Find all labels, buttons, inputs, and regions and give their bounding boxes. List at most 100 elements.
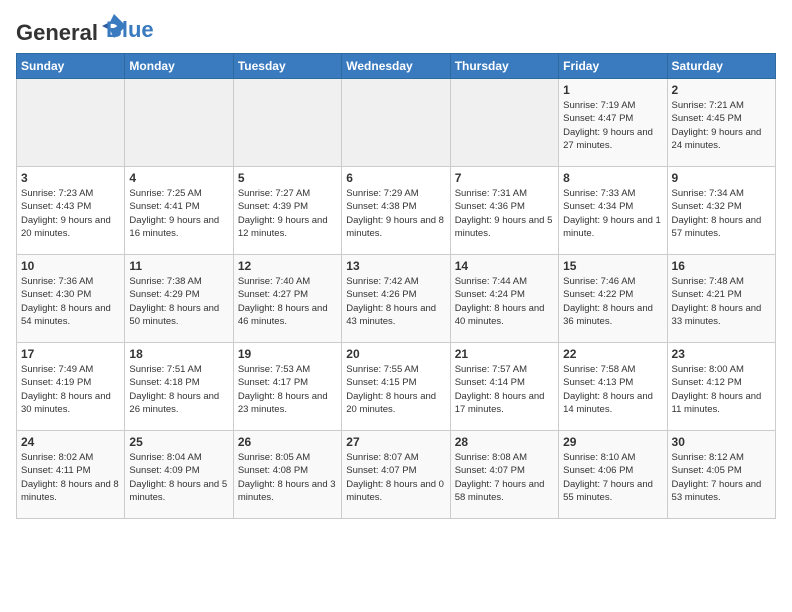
day-info: Sunrise: 7:48 AM Sunset: 4:21 PM Dayligh… <box>672 275 771 328</box>
day-info: Sunrise: 7:40 AM Sunset: 4:27 PM Dayligh… <box>238 275 337 328</box>
day-number: 2 <box>672 83 771 97</box>
day-info: Sunrise: 7:21 AM Sunset: 4:45 PM Dayligh… <box>672 99 771 152</box>
column-header-saturday: Saturday <box>667 54 775 79</box>
day-info: Sunrise: 8:07 AM Sunset: 4:07 PM Dayligh… <box>346 451 445 504</box>
calendar-week-0: 1 Sunrise: 7:19 AM Sunset: 4:47 PM Daylig… <box>17 79 776 167</box>
page-header: General Blue <box>16 16 776 45</box>
logo-blue: Blue <box>106 17 154 43</box>
calendar-cell <box>17 79 125 167</box>
day-number: 12 <box>238 259 337 273</box>
day-number: 1 <box>563 83 662 97</box>
day-number: 24 <box>21 435 120 449</box>
day-info: Sunrise: 8:10 AM Sunset: 4:06 PM Dayligh… <box>563 451 662 504</box>
day-number: 26 <box>238 435 337 449</box>
calendar-cell: 22 Sunrise: 7:58 AM Sunset: 4:13 PM Dayli… <box>559 343 667 431</box>
calendar-cell <box>450 79 558 167</box>
column-header-thursday: Thursday <box>450 54 558 79</box>
column-header-wednesday: Wednesday <box>342 54 450 79</box>
day-number: 4 <box>129 171 228 185</box>
day-info: Sunrise: 7:33 AM Sunset: 4:34 PM Dayligh… <box>563 187 662 240</box>
logo: General Blue <box>16 16 154 45</box>
day-number: 15 <box>563 259 662 273</box>
column-header-monday: Monday <box>125 54 233 79</box>
day-info: Sunrise: 7:36 AM Sunset: 4:30 PM Dayligh… <box>21 275 120 328</box>
calendar-cell: 8 Sunrise: 7:33 AM Sunset: 4:34 PM Daylig… <box>559 167 667 255</box>
calendar-cell: 13Sunrise: 7:42 AM Sunset: 4:26 PM Dayli… <box>342 255 450 343</box>
calendar-cell: 17 Sunrise: 7:49 AM Sunset: 4:19 PM Dayli… <box>17 343 125 431</box>
day-info: Sunrise: 7:27 AM Sunset: 4:39 PM Dayligh… <box>238 187 337 240</box>
day-number: 17 <box>21 347 120 361</box>
day-number: 14 <box>455 259 554 273</box>
column-header-friday: Friday <box>559 54 667 79</box>
day-number: 11 <box>129 259 228 273</box>
day-number: 21 <box>455 347 554 361</box>
calendar-cell <box>342 79 450 167</box>
column-header-sunday: Sunday <box>17 54 125 79</box>
day-info: Sunrise: 8:04 AM Sunset: 4:09 PM Dayligh… <box>129 451 228 504</box>
day-number: 5 <box>238 171 337 185</box>
calendar-cell: 18Sunrise: 7:51 AM Sunset: 4:18 PM Dayli… <box>125 343 233 431</box>
calendar-table: SundayMondayTuesdayWednesdayThursdayFrid… <box>16 53 776 519</box>
column-header-tuesday: Tuesday <box>233 54 341 79</box>
calendar-cell: 3 Sunrise: 7:23 AM Sunset: 4:43 PM Daylig… <box>17 167 125 255</box>
day-info: Sunrise: 7:51 AM Sunset: 4:18 PM Dayligh… <box>129 363 228 416</box>
calendar-cell <box>125 79 233 167</box>
calendar-cell: 5 Sunrise: 7:27 AM Sunset: 4:39 PM Daylig… <box>233 167 341 255</box>
calendar-cell: 11 Sunrise: 7:38 AM Sunset: 4:29 PM Dayli… <box>125 255 233 343</box>
day-info: Sunrise: 7:38 AM Sunset: 4:29 PM Dayligh… <box>129 275 228 328</box>
calendar-week-3: 17 Sunrise: 7:49 AM Sunset: 4:19 PM Dayli… <box>17 343 776 431</box>
day-number: 9 <box>672 171 771 185</box>
calendar-cell: 10 Sunrise: 7:36 AM Sunset: 4:30 PM Dayli… <box>17 255 125 343</box>
day-number: 28 <box>455 435 554 449</box>
calendar-cell: 23 Sunrise: 8:00 AM Sunset: 4:12 PM Dayli… <box>667 343 775 431</box>
day-number: 6 <box>346 171 445 185</box>
day-number: 13 <box>346 259 445 273</box>
calendar-cell: 25 Sunrise: 8:04 AM Sunset: 4:09 PM Dayli… <box>125 431 233 519</box>
day-number: 8 <box>563 171 662 185</box>
calendar-cell: 7Sunrise: 7:31 AM Sunset: 4:36 PM Daylig… <box>450 167 558 255</box>
calendar-cell: 24 Sunrise: 8:02 AM Sunset: 4:11 PM Dayli… <box>17 431 125 519</box>
calendar-cell: 29 Sunrise: 8:10 AM Sunset: 4:06 PM Dayli… <box>559 431 667 519</box>
day-info: Sunrise: 8:12 AM Sunset: 4:05 PM Dayligh… <box>672 451 771 504</box>
calendar-week-2: 10 Sunrise: 7:36 AM Sunset: 4:30 PM Dayli… <box>17 255 776 343</box>
day-info: Sunrise: 7:49 AM Sunset: 4:19 PM Dayligh… <box>21 363 120 416</box>
day-info: Sunrise: 8:02 AM Sunset: 4:11 PM Dayligh… <box>21 451 120 504</box>
calendar-body: 1 Sunrise: 7:19 AM Sunset: 4:47 PM Daylig… <box>17 79 776 519</box>
calendar-cell: 26 Sunrise: 8:05 AM Sunset: 4:08 PM Dayli… <box>233 431 341 519</box>
day-info: Sunrise: 7:25 AM Sunset: 4:41 PM Dayligh… <box>129 187 228 240</box>
calendar-header-row: SundayMondayTuesdayWednesdayThursdayFrid… <box>17 54 776 79</box>
calendar-cell: 16 Sunrise: 7:48 AM Sunset: 4:21 PM Dayli… <box>667 255 775 343</box>
day-info: Sunrise: 7:55 AM Sunset: 4:15 PM Dayligh… <box>346 363 445 416</box>
day-number: 10 <box>21 259 120 273</box>
calendar-cell: 14 Sunrise: 7:44 AM Sunset: 4:24 PM Dayli… <box>450 255 558 343</box>
day-number: 20 <box>346 347 445 361</box>
calendar-cell: 20 Sunrise: 7:55 AM Sunset: 4:15 PM Dayli… <box>342 343 450 431</box>
calendar-cell: 9 Sunrise: 7:34 AM Sunset: 4:32 PM Daylig… <box>667 167 775 255</box>
day-info: Sunrise: 8:00 AM Sunset: 4:12 PM Dayligh… <box>672 363 771 416</box>
calendar-cell: 21 Sunrise: 7:57 AM Sunset: 4:14 PM Dayli… <box>450 343 558 431</box>
calendar-cell: 12 Sunrise: 7:40 AM Sunset: 4:27 PM Dayli… <box>233 255 341 343</box>
calendar-cell: 1 Sunrise: 7:19 AM Sunset: 4:47 PM Daylig… <box>559 79 667 167</box>
day-info: Sunrise: 7:57 AM Sunset: 4:14 PM Dayligh… <box>455 363 554 416</box>
day-number: 22 <box>563 347 662 361</box>
calendar-cell: 2 Sunrise: 7:21 AM Sunset: 4:45 PM Daylig… <box>667 79 775 167</box>
day-number: 3 <box>21 171 120 185</box>
calendar-cell: 15Sunrise: 7:46 AM Sunset: 4:22 PM Dayli… <box>559 255 667 343</box>
day-number: 25 <box>129 435 228 449</box>
day-number: 23 <box>672 347 771 361</box>
day-info: Sunrise: 7:58 AM Sunset: 4:13 PM Dayligh… <box>563 363 662 416</box>
day-info: Sunrise: 7:19 AM Sunset: 4:47 PM Dayligh… <box>563 99 662 152</box>
calendar-cell: 27 Sunrise: 8:07 AM Sunset: 4:07 PM Dayli… <box>342 431 450 519</box>
day-info: Sunrise: 7:44 AM Sunset: 4:24 PM Dayligh… <box>455 275 554 328</box>
day-number: 16 <box>672 259 771 273</box>
day-number: 19 <box>238 347 337 361</box>
day-info: Sunrise: 7:23 AM Sunset: 4:43 PM Dayligh… <box>21 187 120 240</box>
day-number: 30 <box>672 435 771 449</box>
day-number: 29 <box>563 435 662 449</box>
calendar-cell <box>233 79 341 167</box>
calendar-cell: 4 Sunrise: 7:25 AM Sunset: 4:41 PM Daylig… <box>125 167 233 255</box>
day-number: 27 <box>346 435 445 449</box>
calendar-cell: 6Sunrise: 7:29 AM Sunset: 4:38 PM Daylig… <box>342 167 450 255</box>
day-info: Sunrise: 7:34 AM Sunset: 4:32 PM Dayligh… <box>672 187 771 240</box>
day-info: Sunrise: 8:05 AM Sunset: 4:08 PM Dayligh… <box>238 451 337 504</box>
